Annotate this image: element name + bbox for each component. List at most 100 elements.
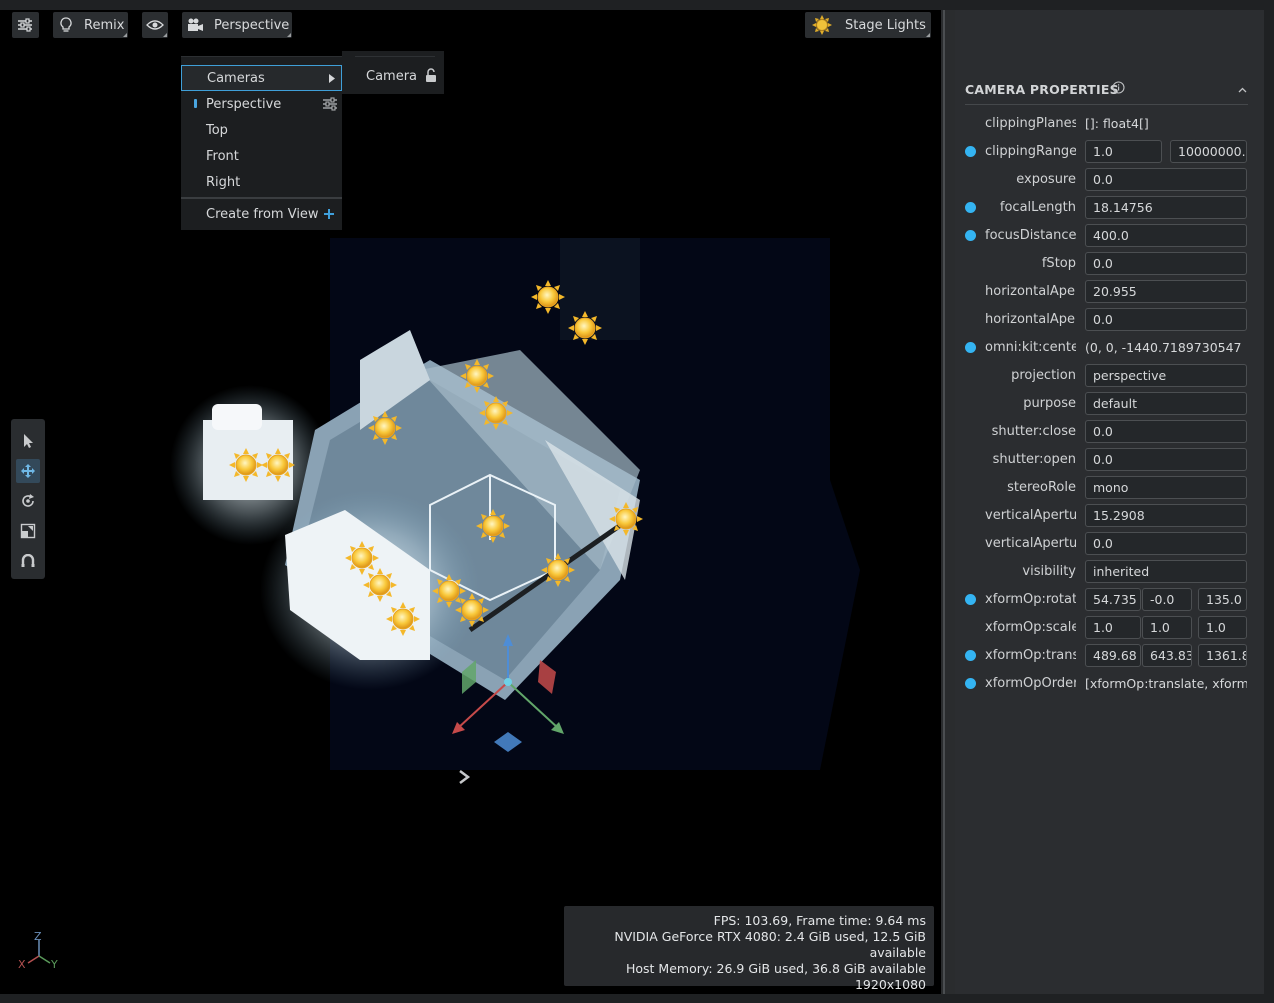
property-value-field[interactable]: 135.0	[1198, 588, 1247, 611]
property-value-field[interactable]: 18.14756	[1085, 196, 1247, 219]
cursor-arrow-icon	[24, 434, 33, 448]
lightbulb-icon	[53, 17, 79, 33]
property-row: exposure 0.0	[955, 167, 1264, 193]
camera-select-button[interactable]: Perspective	[182, 12, 292, 38]
info-icon[interactable]	[1112, 81, 1125, 94]
property-value-field[interactable]: 0.0	[1085, 252, 1247, 275]
property-value-field[interactable]: 0.0	[1085, 448, 1247, 471]
settings-button[interactable]	[12, 12, 39, 38]
property-label: stereoRole	[1007, 480, 1076, 495]
settings-sliders-icon[interactable]	[322, 97, 338, 111]
menu-item-top[interactable]: Top	[181, 117, 342, 143]
property-value-field[interactable]: 15.2908	[1085, 504, 1247, 527]
property-label: verticalApertureOffset	[985, 536, 1076, 551]
remix-label: Remix	[84, 17, 125, 33]
rotate-icon	[22, 494, 34, 507]
sun-icon	[805, 15, 839, 35]
property-value-field[interactable]: 0.0	[1085, 532, 1247, 555]
property-row: horizontalAperture 20.955	[955, 279, 1264, 305]
move-arrows-icon	[21, 464, 35, 478]
panel-title: CAMERA PROPERTIES	[965, 81, 1125, 97]
axis-z-label: Z	[34, 930, 42, 943]
property-value-field[interactable]: mono	[1085, 476, 1247, 499]
property-value-field[interactable]: 643.83	[1142, 644, 1192, 667]
menu-item-create-from-view[interactable]: Create from View	[181, 201, 342, 227]
property-value-field[interactable]: inherited	[1085, 560, 1247, 583]
submenu-item-camera-label: Camera	[366, 69, 418, 84]
authored-value-dot-icon	[965, 342, 976, 353]
submenu-item-camera[interactable]: Camera	[342, 64, 444, 90]
panel-splitter[interactable]	[941, 10, 955, 994]
property-value-field[interactable]: 0.0	[1085, 168, 1247, 191]
scale-tool-button[interactable]	[16, 519, 40, 543]
property-value-field[interactable]: default	[1085, 392, 1247, 415]
property-value-field[interactable]: 1.0	[1142, 616, 1192, 639]
menu-item-front-label: Front	[206, 148, 239, 164]
property-value-field[interactable]: 0.0	[1085, 420, 1247, 443]
authored-value-dot-icon	[965, 202, 976, 213]
property-value-field[interactable]: 54.735	[1085, 588, 1141, 611]
property-value-field[interactable]: -0.0	[1142, 588, 1192, 611]
move-tool-button[interactable]	[16, 459, 40, 483]
property-value-field[interactable]: 1.0	[1198, 616, 1247, 639]
property-value-field[interactable]: 400.0	[1085, 224, 1247, 247]
transform-toolbar	[11, 419, 45, 579]
select-tool-button[interactable]	[16, 429, 40, 453]
property-row: shutter:close 0.0	[955, 419, 1264, 445]
property-label: xformOp:translate	[985, 648, 1076, 663]
panel-divider	[965, 104, 1248, 105]
authored-value-dot-icon	[965, 594, 976, 605]
property-row: verticalAperture 15.2908	[955, 503, 1264, 529]
host-memory-readout: Host Memory: 26.9 GiB used, 36.8 GiB ava…	[626, 961, 926, 976]
property-value-field[interactable]: 1361.8	[1198, 644, 1247, 667]
collapse-chevron-icon[interactable]	[1238, 87, 1247, 93]
property-label: xformOpOrder	[985, 676, 1076, 691]
property-row: stereoRole mono	[955, 475, 1264, 501]
viewport[interactable]: Z X Y	[0, 10, 941, 994]
property-label: clippingRange	[985, 144, 1076, 159]
menu-item-perspective-label: Perspective	[206, 96, 282, 112]
property-label: xformOp:scale	[985, 620, 1076, 635]
fps-readout: FPS: 103.69, Frame time: 9.64 ms	[713, 913, 926, 928]
property-value-field[interactable]: 0.0	[1085, 308, 1247, 331]
visibility-button[interactable]	[142, 12, 168, 38]
property-label: fStop	[1041, 256, 1076, 271]
stage-lights-button[interactable]: Stage Lights	[805, 12, 931, 38]
unlock-icon[interactable]	[425, 68, 437, 83]
authored-value-dot-icon	[965, 650, 976, 661]
property-value-field[interactable]: perspective	[1085, 364, 1247, 387]
property-label: omni:kit:centerOfInterest	[985, 340, 1076, 355]
menu-item-right-label: Right	[206, 174, 241, 190]
axis-x-label: X	[18, 958, 26, 971]
property-label: projection	[1011, 368, 1076, 383]
remix-button[interactable]: Remix	[53, 12, 128, 38]
property-value-field[interactable]: 1.0	[1085, 140, 1162, 163]
menu-item-front[interactable]: Front	[181, 143, 342, 169]
sliders-icon	[12, 18, 38, 32]
menu-item-right[interactable]: Right	[181, 169, 342, 195]
menu-item-cameras[interactable]: Cameras	[181, 65, 342, 91]
camera-select-label: Perspective	[214, 17, 290, 33]
property-row: purpose default	[955, 391, 1264, 417]
property-value-field[interactable]: 1.0	[1085, 616, 1141, 639]
menu-divider	[181, 197, 342, 199]
property-value-field[interactable]: 10000000.0	[1170, 140, 1247, 163]
property-label: horizontalApertureOffset	[985, 312, 1076, 327]
property-label: exposure	[1016, 172, 1076, 187]
snap-tool-button[interactable]	[16, 549, 40, 573]
authored-value-dot-icon	[965, 230, 976, 241]
property-row: shutter:open 0.0	[955, 447, 1264, 473]
property-label: purpose	[1023, 396, 1076, 411]
property-value-text: [xformOp:translate, xform	[1085, 676, 1247, 691]
property-row: xformOp:rotateXYZ 54.735-0.0 135.0	[955, 587, 1264, 613]
rotate-tool-button[interactable]	[16, 489, 40, 513]
property-label: xformOp:rotateXYZ	[985, 592, 1076, 607]
bottom-edge	[0, 994, 1274, 1003]
menu-item-perspective[interactable]: Perspective	[181, 91, 342, 117]
camera-properties-panel: CAMERA PROPERTIES clippingPlanes []: floa…	[955, 10, 1264, 994]
property-value-field[interactable]: 489.68	[1085, 644, 1141, 667]
property-label: shutter:close	[991, 424, 1076, 439]
property-label: shutter:open	[992, 452, 1076, 467]
property-value-field[interactable]: 20.955	[1085, 280, 1247, 303]
scene-render[interactable]	[0, 10, 941, 994]
